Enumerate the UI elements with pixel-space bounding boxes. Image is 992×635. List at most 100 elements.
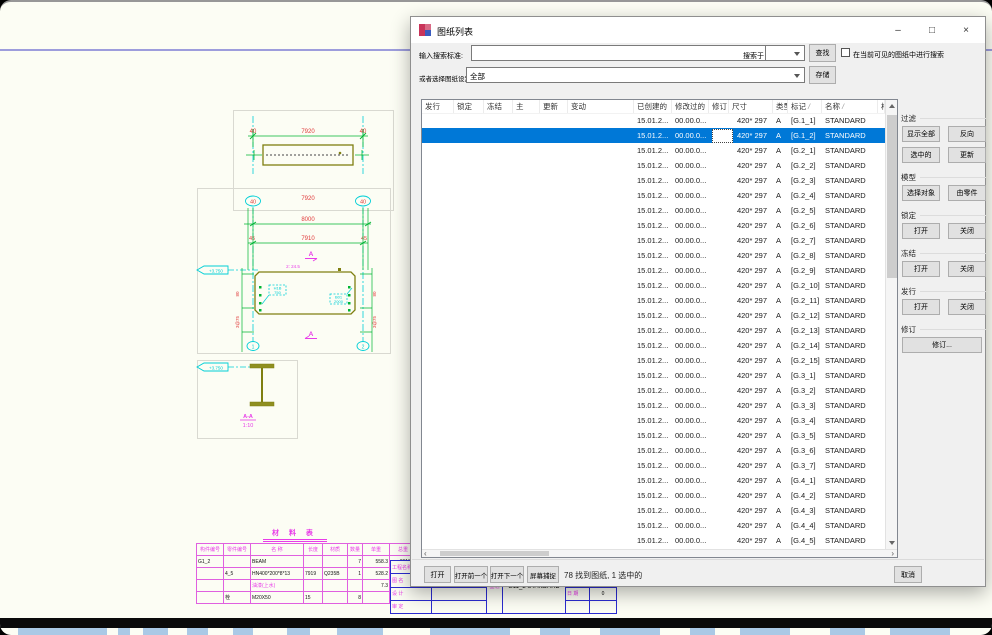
panel-button-关闭[interactable]: 关闭 xyxy=(948,299,986,315)
column-header-修改过的[interactable]: 修改过的 xyxy=(672,100,709,113)
table-cell xyxy=(568,398,634,413)
panel-button-反向[interactable]: 反向 xyxy=(948,126,986,142)
table-row[interactable]: 15.01.2...00.00.0...420* 297A[G.3_4]STAN… xyxy=(422,413,885,428)
table-row[interactable]: 15.01.2...00.00.0...420* 297A[G.3_7]STAN… xyxy=(422,458,885,473)
scroll-up-icon[interactable] xyxy=(886,102,898,110)
cancel-button[interactable]: 取消 xyxy=(894,566,922,583)
table-row[interactable]: 15.01.2...00.00.0...420* 297A[G.2_9]STAN… xyxy=(422,263,885,278)
table-cell xyxy=(568,533,634,548)
table-row[interactable]: 15.01.2...00.00.0...420* 297A[G.2_1]STAN… xyxy=(422,143,885,158)
table-row[interactable]: 15.01.2...00.00.0...420* 297A[G.2_15]STA… xyxy=(422,353,885,368)
column-header-尺寸[interactable]: 尺寸 xyxy=(729,100,773,113)
panel-button-更新[interactable]: 更新 xyxy=(948,147,986,163)
scroll-down-icon[interactable] xyxy=(886,539,898,547)
table-cell xyxy=(540,188,568,203)
column-header-修订[interactable]: 修订 xyxy=(709,100,729,113)
table-row[interactable]: 15.01.2...00.00.0...420* 297A[G.2_5]STAN… xyxy=(422,203,885,218)
table-row[interactable]: 15.01.2...00.00.0...420* 297A[G.3_2]STAN… xyxy=(422,383,885,398)
column-header-名称[interactable]: 名称/ xyxy=(822,100,878,113)
vertical-scrollbar-thumb[interactable] xyxy=(887,115,897,278)
table-cell xyxy=(513,143,540,158)
panel-button-修订...[interactable]: 修订... xyxy=(902,337,982,353)
panel-button-打开[interactable]: 打开 xyxy=(902,299,940,315)
svg-text:40: 40 xyxy=(360,200,366,206)
maximize-button[interactable]: □ xyxy=(915,17,949,43)
column-header-发行[interactable]: 发行 xyxy=(422,100,454,113)
vertical-scrollbar[interactable] xyxy=(885,100,897,549)
table-row[interactable]: 15.01.2...00.00.0...420* 297A[G.1_1]STAN… xyxy=(422,113,885,128)
table-row[interactable]: 15.01.2...00.00.0...420* 297A[G.3_3]STAN… xyxy=(422,398,885,413)
revision-edit-box[interactable] xyxy=(712,129,729,143)
drawing-set-combobox[interactable]: 全部 xyxy=(466,67,805,83)
column-header-格[interactable]: 格 xyxy=(878,100,885,113)
table-row[interactable]: 15.01.2...00.00.0...420* 297A[G.4_2]STAN… xyxy=(422,488,885,503)
column-header-主[interactable]: 主 xyxy=(513,100,540,113)
horizontal-scrollbar-thumb[interactable] xyxy=(440,551,549,556)
material-cell: 栓 xyxy=(224,592,251,604)
find-button[interactable]: 查找 xyxy=(809,44,836,62)
panel-button-选中的[interactable]: 选中的 xyxy=(902,147,940,163)
table-row[interactable]: 15.01.2...00.00.0...420* 297A[G.2_8]STAN… xyxy=(422,248,885,263)
table-cell xyxy=(484,128,513,143)
table-cell xyxy=(709,428,729,443)
scroll-right-icon[interactable]: › xyxy=(891,551,894,556)
table-row[interactable]: 15.01.2...00.00.0...420* 297A[G.2_3]STAN… xyxy=(422,173,885,188)
column-header-锁定[interactable]: 锁定 xyxy=(454,100,484,113)
table-row[interactable]: 15.01.2...00.00.0...420* 297A[G.3_6]STAN… xyxy=(422,443,885,458)
panel-button-关闭[interactable]: 关闭 xyxy=(948,261,986,277)
table-row[interactable]: 15.01.2...00.00.0...420* 297A[G.2_10]STA… xyxy=(422,278,885,293)
svg-text:80: 80 xyxy=(372,291,377,297)
horizontal-scrollbar[interactable]: ‹ › xyxy=(422,549,897,557)
search-in-combobox[interactable] xyxy=(765,45,805,61)
table-row[interactable]: 15.01.2...00.00.0...420* 297A[G.4_5]STAN… xyxy=(422,533,885,548)
open-button[interactable]: 打开 xyxy=(424,566,451,583)
scroll-left-icon[interactable]: ‹ xyxy=(424,551,427,556)
table-row[interactable]: 15.01.2...00.00.0...420* 297A[G.4_3]STAN… xyxy=(422,503,885,518)
column-header-更新[interactable]: 更新 xyxy=(540,100,568,113)
snapshot-button[interactable]: 屏幕捕捉 xyxy=(527,566,559,583)
app-canvas[interactable]: 40 7920 40 40 7920 40 8000 45 7910 45 A xyxy=(0,0,992,635)
table-row[interactable]: 15.01.2...00.00.0...420* 297A[G.2_6]STAN… xyxy=(422,218,885,233)
table-header-row[interactable]: 发行锁定冻结主更新变动已创建的修改过的修订尺寸类型标记/名称/格 xyxy=(422,100,885,114)
panel-button-选择对象[interactable]: 选择对象 xyxy=(902,185,940,201)
table-cell xyxy=(454,473,484,488)
column-header-已创建的[interactable]: 已创建的 xyxy=(634,100,672,113)
panel-button-打开[interactable]: 打开 xyxy=(902,223,940,239)
table-cell xyxy=(540,428,568,443)
table-row[interactable]: 15.01.2...00.00.0...420* 297A[G.2_13]STA… xyxy=(422,323,885,338)
table-cell xyxy=(568,308,634,323)
save-button[interactable]: 存储 xyxy=(809,66,836,84)
panel-button-由零件[interactable]: 由零件 xyxy=(948,185,986,201)
panel-button-显示全部[interactable]: 显示全部 xyxy=(902,126,940,142)
table-cell xyxy=(422,173,454,188)
table-row[interactable]: 15.01.2...00.00.0...420* 297A[G.2_11]STA… xyxy=(422,293,885,308)
minimize-button[interactable]: – xyxy=(881,17,915,43)
open-previous-button[interactable]: 打开前一个 xyxy=(454,566,488,583)
open-next-button[interactable]: 打开下一个 xyxy=(490,566,524,583)
dialog-titlebar[interactable]: 图纸列表 – □ × xyxy=(411,17,985,43)
table-cell: A xyxy=(773,488,788,503)
table-row[interactable]: 15.01.2...00.00.0...420* 297A[G.2_2]STAN… xyxy=(422,158,885,173)
column-header-标记[interactable]: 标记/ xyxy=(788,100,822,113)
table-row[interactable]: 15.01.2...00.00.0...420* 297A[G.2_12]STA… xyxy=(422,308,885,323)
table-row[interactable]: 15.01.2...00.00.0...420* 297A[G.2_14]STA… xyxy=(422,338,885,353)
close-button[interactable]: × xyxy=(949,17,983,43)
search-input[interactable] xyxy=(471,45,778,61)
table-cell: 00.00.0... xyxy=(672,308,709,323)
table-row[interactable]: 15.01.2...00.00.0...420* 297A[G.3_5]STAN… xyxy=(422,428,885,443)
svg-text:+3.750: +3.750 xyxy=(209,366,223,371)
panel-button-关闭[interactable]: 关闭 xyxy=(948,223,986,239)
table-row[interactable]: 15.01.2...00.00.0...420* 297A[G.2_7]STAN… xyxy=(422,233,885,248)
table-cell xyxy=(540,113,568,128)
table-row[interactable]: 15.01.2...00.00.0...420* 297A[G.4_1]STAN… xyxy=(422,473,885,488)
column-header-类型[interactable]: 类型 xyxy=(773,100,788,113)
table-row[interactable]: 15.01.2...00.00.0...420* 297A[G.1_2]STAN… xyxy=(422,128,885,143)
table-row[interactable]: 15.01.2...00.00.0...420* 297A[G.2_4]STAN… xyxy=(422,188,885,203)
column-header-变动[interactable]: 变动 xyxy=(568,100,634,113)
table-cell: [G.4_3] xyxy=(788,503,822,518)
visible-only-checkbox[interactable] xyxy=(841,48,850,57)
table-row[interactable]: 15.01.2...00.00.0...420* 297A[G.3_1]STAN… xyxy=(422,368,885,383)
column-header-冻结[interactable]: 冻结 xyxy=(484,100,513,113)
table-row[interactable]: 15.01.2...00.00.0...420* 297A[G.4_4]STAN… xyxy=(422,518,885,533)
panel-button-打开[interactable]: 打开 xyxy=(902,261,940,277)
